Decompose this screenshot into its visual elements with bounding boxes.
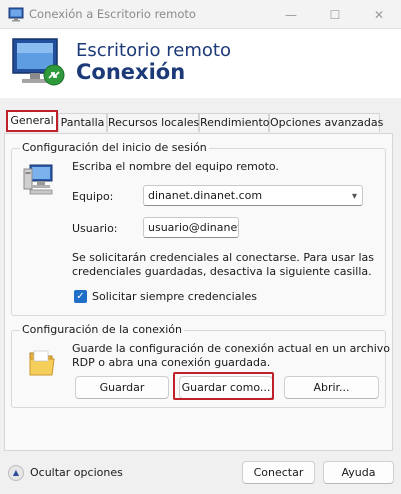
open-button[interactable]: Abrir... [284, 376, 379, 399]
tab-rendimiento[interactable]: Rendimiento [199, 113, 269, 132]
connection-desc-line2: RDP o abra una conexión guardada. [72, 356, 271, 369]
user-label: Usuario: [72, 222, 118, 235]
always-ask-checkbox[interactable]: ✓ [74, 290, 87, 303]
tab-general[interactable]: General [6, 110, 58, 132]
window-title: Conexión a Escritorio remoto [29, 7, 196, 21]
computer-instruction: Escriba el nombre del equipo remoto. [72, 160, 279, 173]
save-button[interactable]: Guardar [75, 376, 169, 399]
credentials-notice-line2: credenciales guardadas, desactiva la sig… [72, 265, 372, 278]
minimize-button[interactable]: — [269, 0, 313, 29]
computer-label: Equipo: [72, 190, 114, 203]
computer-value: dinanet.dinanet.com [148, 189, 263, 202]
tab-panel-general: Configuración del inicio de sesión Escri… [4, 133, 393, 451]
hide-options-link[interactable]: Ocultar opciones [30, 466, 123, 479]
computer-combobox[interactable]: dinanet.dinanet.com ▾ [143, 185, 363, 206]
tab-recursos-locales[interactable]: Recursos locales [107, 113, 199, 132]
logon-settings-group: Configuración del inicio de sesión Escri… [11, 141, 386, 316]
maximize-button[interactable]: ☐ [313, 0, 357, 29]
connection-desc-line1: Guarde la configuración de conexión actu… [72, 342, 391, 355]
chevron-up-icon[interactable]: ▲ [8, 465, 24, 481]
remote-desktop-icon [8, 7, 24, 22]
logon-group-label: Configuración del inicio de sesión [20, 141, 209, 154]
tab-strip: General Pantalla Recursos locales Rendim… [0, 98, 401, 136]
close-button[interactable]: ✕ [357, 0, 401, 29]
connection-group-label: Configuración de la conexión [20, 323, 184, 336]
help-button[interactable]: Ayuda [323, 461, 394, 484]
connect-button[interactable]: Conectar [242, 461, 315, 484]
remote-desktop-icon [12, 38, 65, 86]
banner-title: Escritorio remoto [76, 40, 231, 61]
credentials-notice-line1: Se solicitarán credenciales al conectars… [72, 251, 374, 264]
always-ask-label[interactable]: Solicitar siempre credenciales [92, 290, 257, 303]
folder-icon [29, 350, 55, 376]
computer-icon [23, 164, 53, 195]
banner-subtitle: Conexión [76, 60, 186, 84]
remote-desktop-window: Conexión a Escritorio remoto — ☐ ✕ Escri… [0, 0, 401, 494]
title-bar: Conexión a Escritorio remoto — ☐ ✕ [0, 0, 401, 29]
connection-settings-group: Configuración de la conexión Guarde la c… [11, 323, 390, 408]
user-field[interactable]: usuario@dinanet [143, 217, 239, 238]
chevron-down-icon[interactable]: ▾ [352, 187, 357, 205]
tab-pantalla[interactable]: Pantalla [58, 113, 107, 132]
header-banner: Escritorio remoto Conexión [0, 29, 401, 98]
tab-opciones-avanzadas[interactable]: Opciones avanzadas [269, 113, 383, 132]
save-as-button[interactable]: Guardar como... [179, 376, 273, 399]
